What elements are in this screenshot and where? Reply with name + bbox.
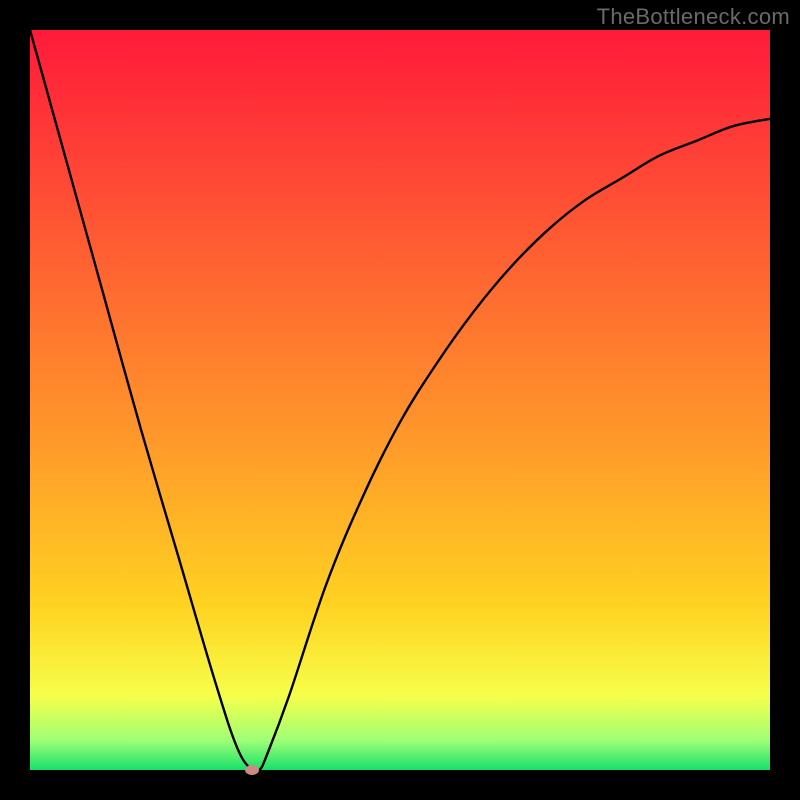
watermark-text: TheBottleneck.com [597,4,790,30]
chart-frame: TheBottleneck.com [0,0,800,800]
optimum-marker [245,765,259,775]
plot-area [30,30,770,770]
curve-svg [30,30,770,770]
bottleneck-curve [30,30,770,773]
